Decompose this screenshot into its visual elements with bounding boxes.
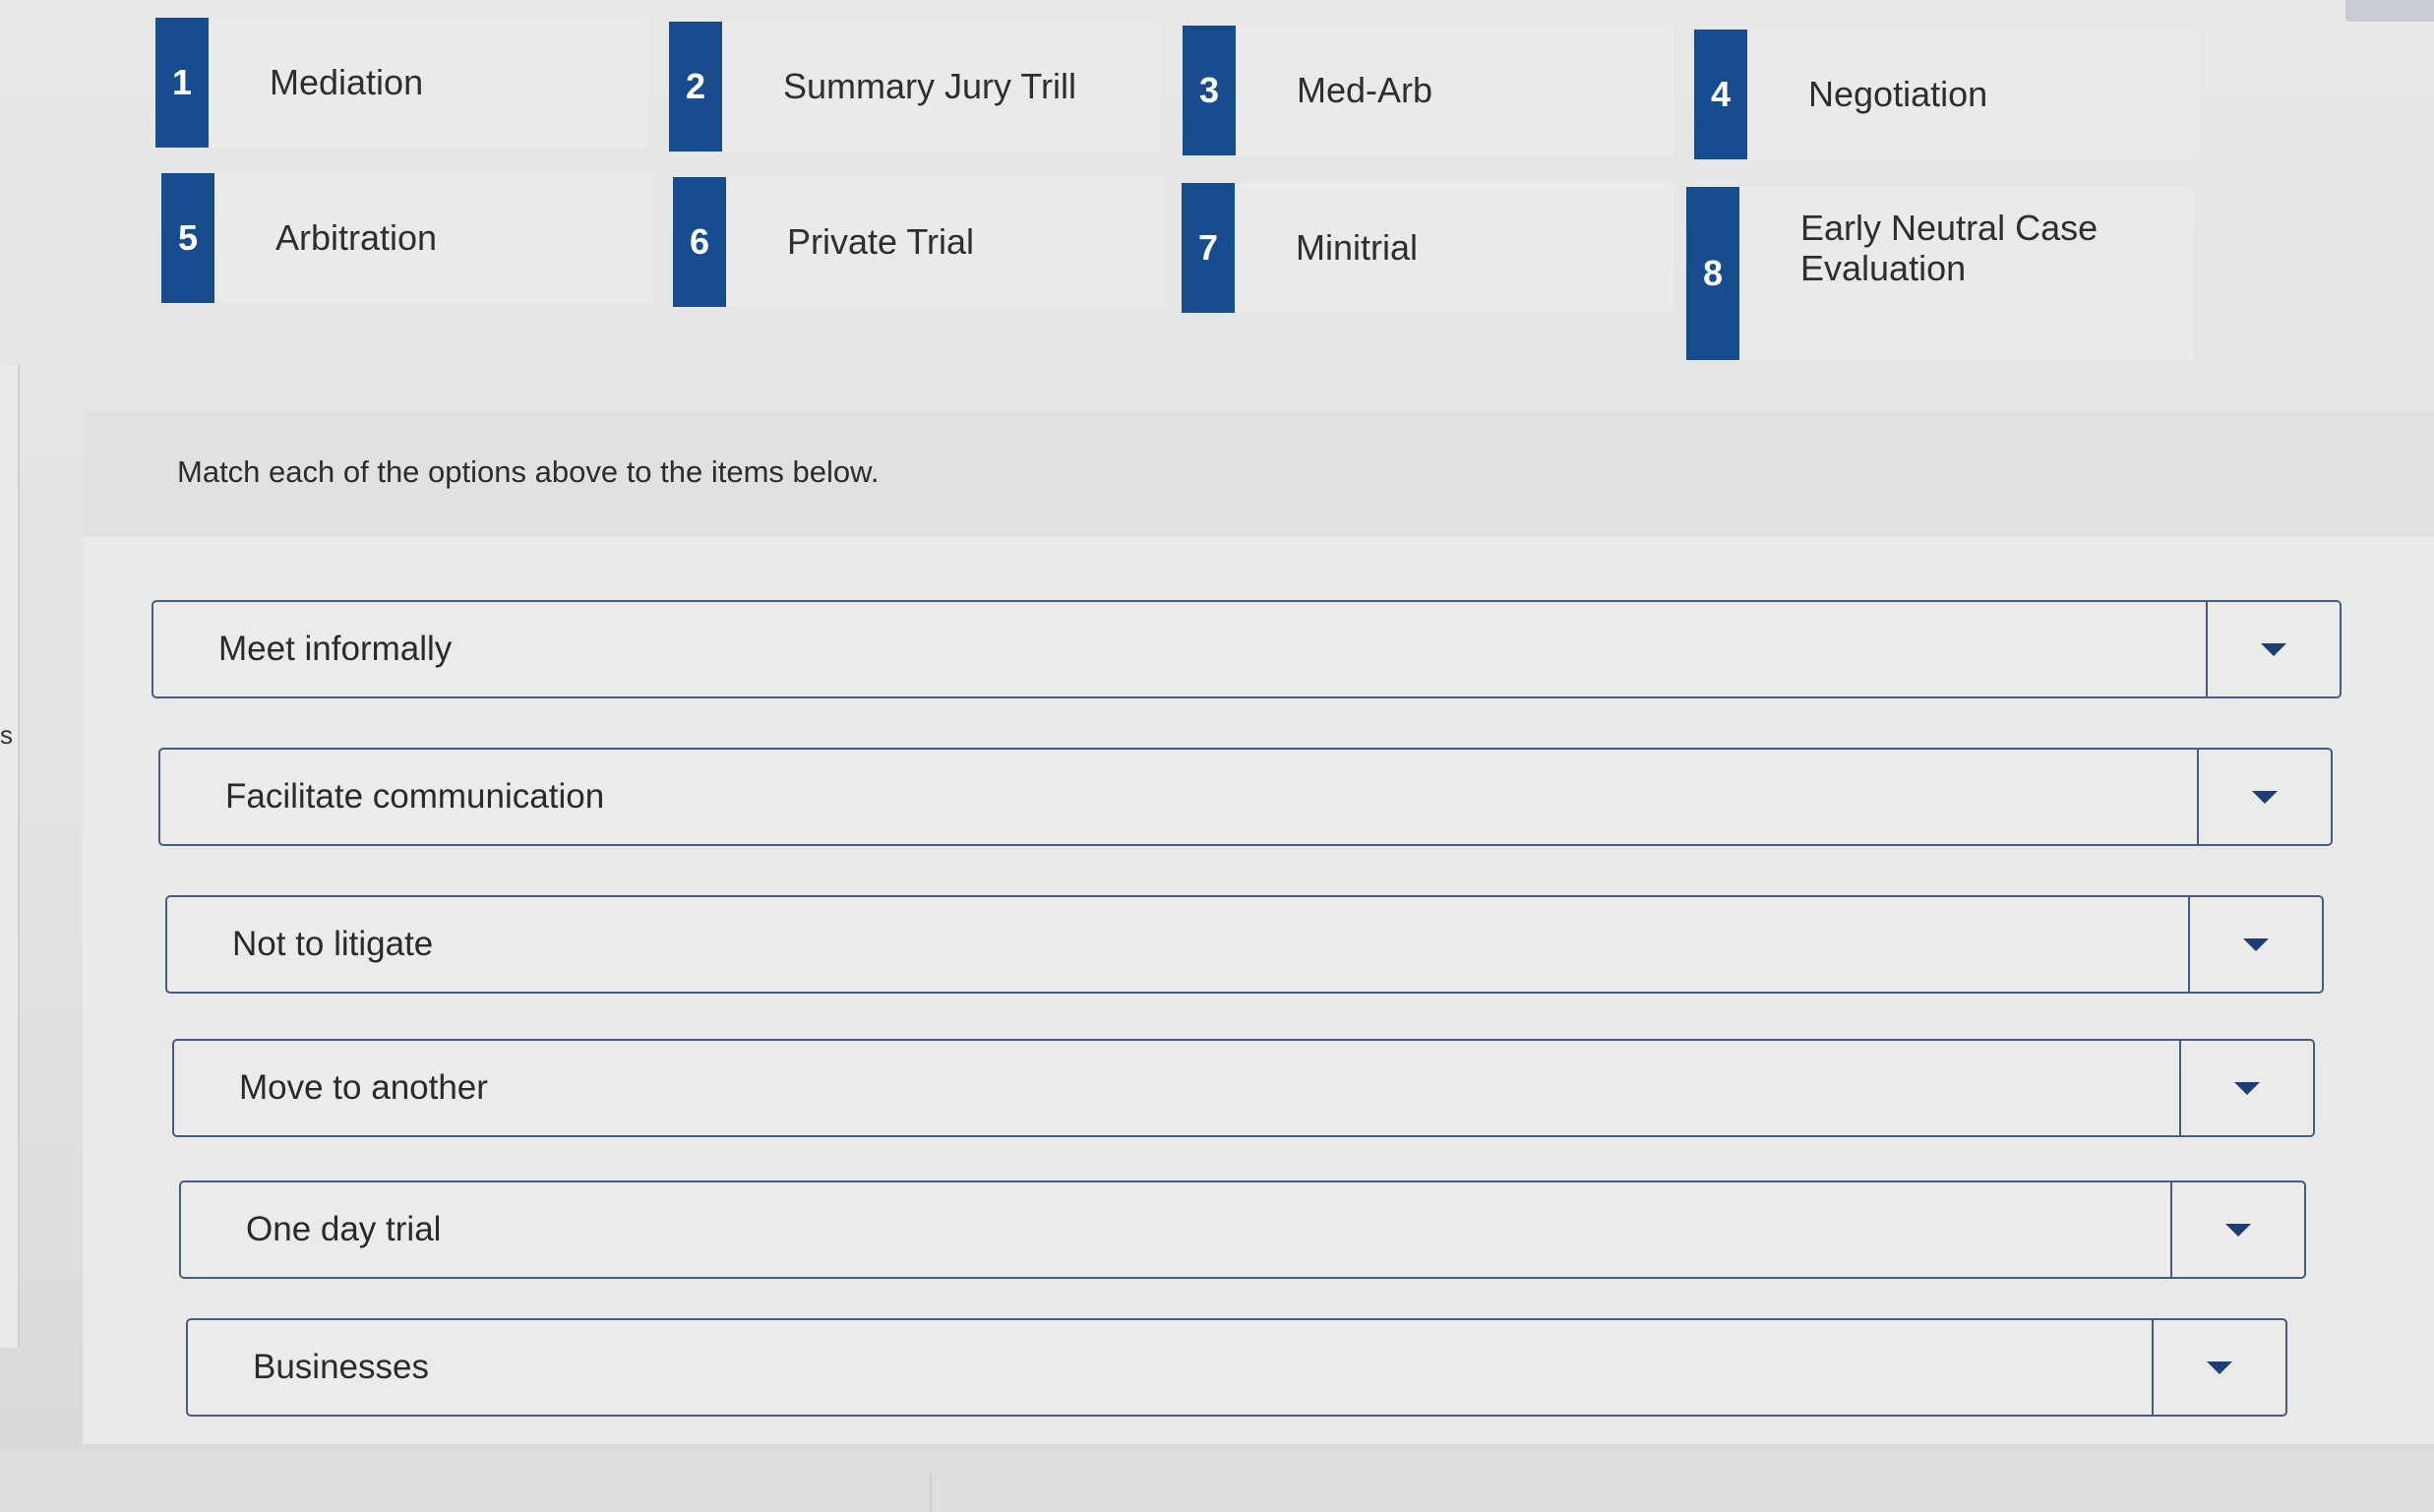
option-number-badge: 8: [1686, 187, 1739, 360]
match-dropdown[interactable]: [2197, 750, 2331, 844]
option-label: Private Trial: [787, 220, 975, 262]
match-row: Meet informally: [152, 600, 2342, 698]
options-grid: 1 Mediation 2 Summary Jury Trill 3 Med-A…: [148, 18, 2223, 372]
option-label: Minitrial: [1296, 226, 1419, 268]
match-row: Move to another: [172, 1039, 2315, 1137]
option-3[interactable]: 3 Med-Arb: [1183, 26, 1674, 155]
match-item-text: One day trial: [246, 1210, 442, 1248]
option-number-badge: 2: [669, 22, 722, 151]
option-5[interactable]: 5 Arbitration: [161, 173, 653, 303]
option-8[interactable]: 8 Early Neutral Case Evaluation: [1686, 187, 2194, 360]
match-dropdown[interactable]: [2152, 1320, 2285, 1415]
instructions-band: Match each of the options above to the i…: [83, 411, 2434, 537]
match-dropdown[interactable]: [2179, 1041, 2313, 1135]
option-1[interactable]: 1 Mediation: [155, 18, 647, 148]
option-number-badge: 4: [1694, 30, 1747, 159]
match-dropdown[interactable]: [2206, 602, 2340, 696]
option-number-badge: 5: [161, 173, 214, 303]
top-right-tab: [2345, 0, 2434, 22]
option-label: Arbitration: [275, 216, 438, 258]
option-label: Early Neutral Case Evaluation: [1800, 208, 2099, 288]
bottom-navigation-bar: [0, 1452, 2434, 1512]
left-side-panel-edge: [0, 364, 20, 1348]
match-item-text: Businesses: [253, 1348, 429, 1386]
match-item-text: Not to litigate: [232, 925, 434, 963]
option-label: Med-Arb: [1297, 69, 1433, 110]
page: s 1 Mediation 2 Summary Jury Trill 3 Med…: [0, 0, 2434, 1512]
option-7[interactable]: 7 Minitrial: [1182, 183, 1673, 313]
option-4[interactable]: 4 Negotiation: [1694, 30, 2200, 159]
option-number-badge: 3: [1183, 26, 1236, 155]
chevron-down-icon: [2207, 1361, 2232, 1374]
option-number-badge: 1: [155, 18, 209, 148]
match-dropdown[interactable]: [2188, 897, 2322, 992]
match-item-text: Move to another: [239, 1068, 488, 1107]
bottom-divider: [930, 1474, 932, 1512]
match-row: Facilitate communication: [158, 748, 2333, 846]
option-number-badge: 6: [673, 177, 726, 307]
option-number-badge: 7: [1182, 183, 1235, 313]
side-text: s: [0, 720, 13, 750]
match-dropdown[interactable]: [2170, 1182, 2304, 1277]
match-item-text: Meet informally: [218, 630, 453, 668]
match-row: Not to litigate: [165, 895, 2324, 994]
match-item-text: Facilitate communication: [225, 777, 605, 816]
option-6[interactable]: 6 Private Trial: [673, 177, 1165, 307]
option-label: Negotiation: [1808, 73, 1988, 114]
chevron-down-icon: [2243, 937, 2269, 951]
chevron-down-icon: [2252, 790, 2278, 804]
option-label: Mediation: [270, 61, 424, 102]
instructions-text: Match each of the options above to the i…: [177, 454, 880, 489]
chevron-down-icon: [2234, 1081, 2260, 1095]
option-2[interactable]: 2 Summary Jury Trill: [669, 22, 1161, 151]
match-row: One day trial: [179, 1180, 2306, 1279]
match-row: Businesses: [186, 1318, 2287, 1417]
chevron-down-icon: [2225, 1223, 2251, 1237]
chevron-down-icon: [2261, 642, 2286, 656]
option-label: Summary Jury Trill: [783, 65, 1077, 106]
